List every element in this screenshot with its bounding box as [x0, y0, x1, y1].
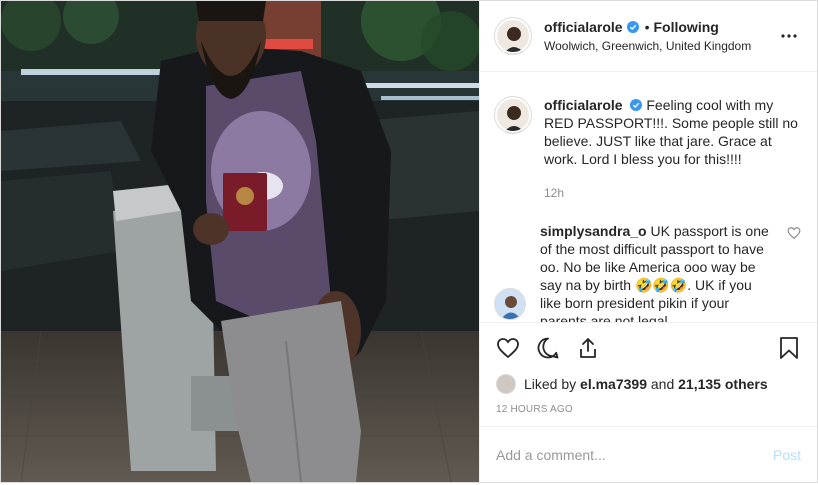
bookmark-icon — [780, 336, 798, 359]
more-options-button[interactable] — [777, 24, 801, 48]
comment-item: simplysandra_o UK passport is one of the… — [494, 222, 801, 322]
story-ring — [495, 18, 531, 54]
share-icon — [580, 337, 596, 358]
action-bar — [480, 322, 817, 372]
header-meta: officialarole • Following Woolwich, Gree… — [544, 19, 777, 53]
header-row: officialarole • Following — [544, 19, 777, 35]
caption-body: officialarole Feeling cool with my RED P… — [544, 96, 801, 202]
likes-count[interactable]: 21,135 others — [678, 376, 768, 392]
post-sidebar: officialarole • Following Woolwich, Gree… — [479, 1, 817, 482]
photo-illustration — [1, 1, 479, 482]
post-comment-button[interactable]: Post — [773, 447, 801, 463]
avatar-image — [495, 289, 525, 319]
post-location[interactable]: Woolwich, Greenwich, United Kingdom — [544, 39, 777, 53]
more-options-icon — [781, 34, 797, 38]
commenter-username[interactable]: simplysandra_o — [540, 223, 647, 239]
post-header: officialarole • Following Woolwich, Gree… — [480, 1, 817, 72]
comment-button[interactable] — [536, 328, 576, 368]
caption: officialarole Feeling cool with my RED P… — [494, 96, 801, 202]
comment-input[interactable] — [496, 446, 773, 463]
likes-prefix: Liked by — [524, 376, 577, 392]
caption-avatar[interactable] — [494, 96, 532, 134]
caption-username[interactable]: officialarole — [544, 97, 623, 113]
like-button[interactable] — [496, 328, 536, 368]
commenter-avatar[interactable] — [494, 288, 526, 320]
heart-icon — [497, 337, 519, 358]
comments-section[interactable]: officialarole Feeling cool with my RED P… — [480, 72, 817, 322]
post-timestamp[interactable]: 12 HOURS AGO — [480, 396, 817, 426]
separator-dot: • — [644, 19, 650, 35]
liker-avatar[interactable] — [496, 374, 516, 394]
likes-and: and — [650, 376, 675, 392]
share-button[interactable] — [576, 328, 616, 368]
caption-time[interactable]: 12h — [544, 184, 801, 202]
comment-icon — [537, 337, 559, 358]
post-photo[interactable] — [1, 1, 479, 482]
liker-username[interactable]: el.ma7399 — [580, 376, 647, 392]
comment-like-icon[interactable] — [787, 226, 801, 240]
author-username[interactable]: officialarole — [544, 19, 623, 35]
story-ring — [495, 97, 531, 133]
save-button[interactable] — [761, 328, 801, 368]
author-avatar[interactable] — [494, 17, 532, 55]
add-comment-bar: Post — [480, 426, 817, 482]
following-button[interactable]: Following — [654, 19, 719, 35]
verified-badge-icon — [630, 99, 643, 111]
verified-badge-icon — [626, 21, 639, 33]
comment-body: simplysandra_o UK passport is one of the… — [540, 222, 801, 322]
instagram-post: officialarole • Following Woolwich, Gree… — [0, 0, 818, 483]
likes-summary: Liked by el.ma7399 and 21,135 others — [480, 372, 817, 396]
